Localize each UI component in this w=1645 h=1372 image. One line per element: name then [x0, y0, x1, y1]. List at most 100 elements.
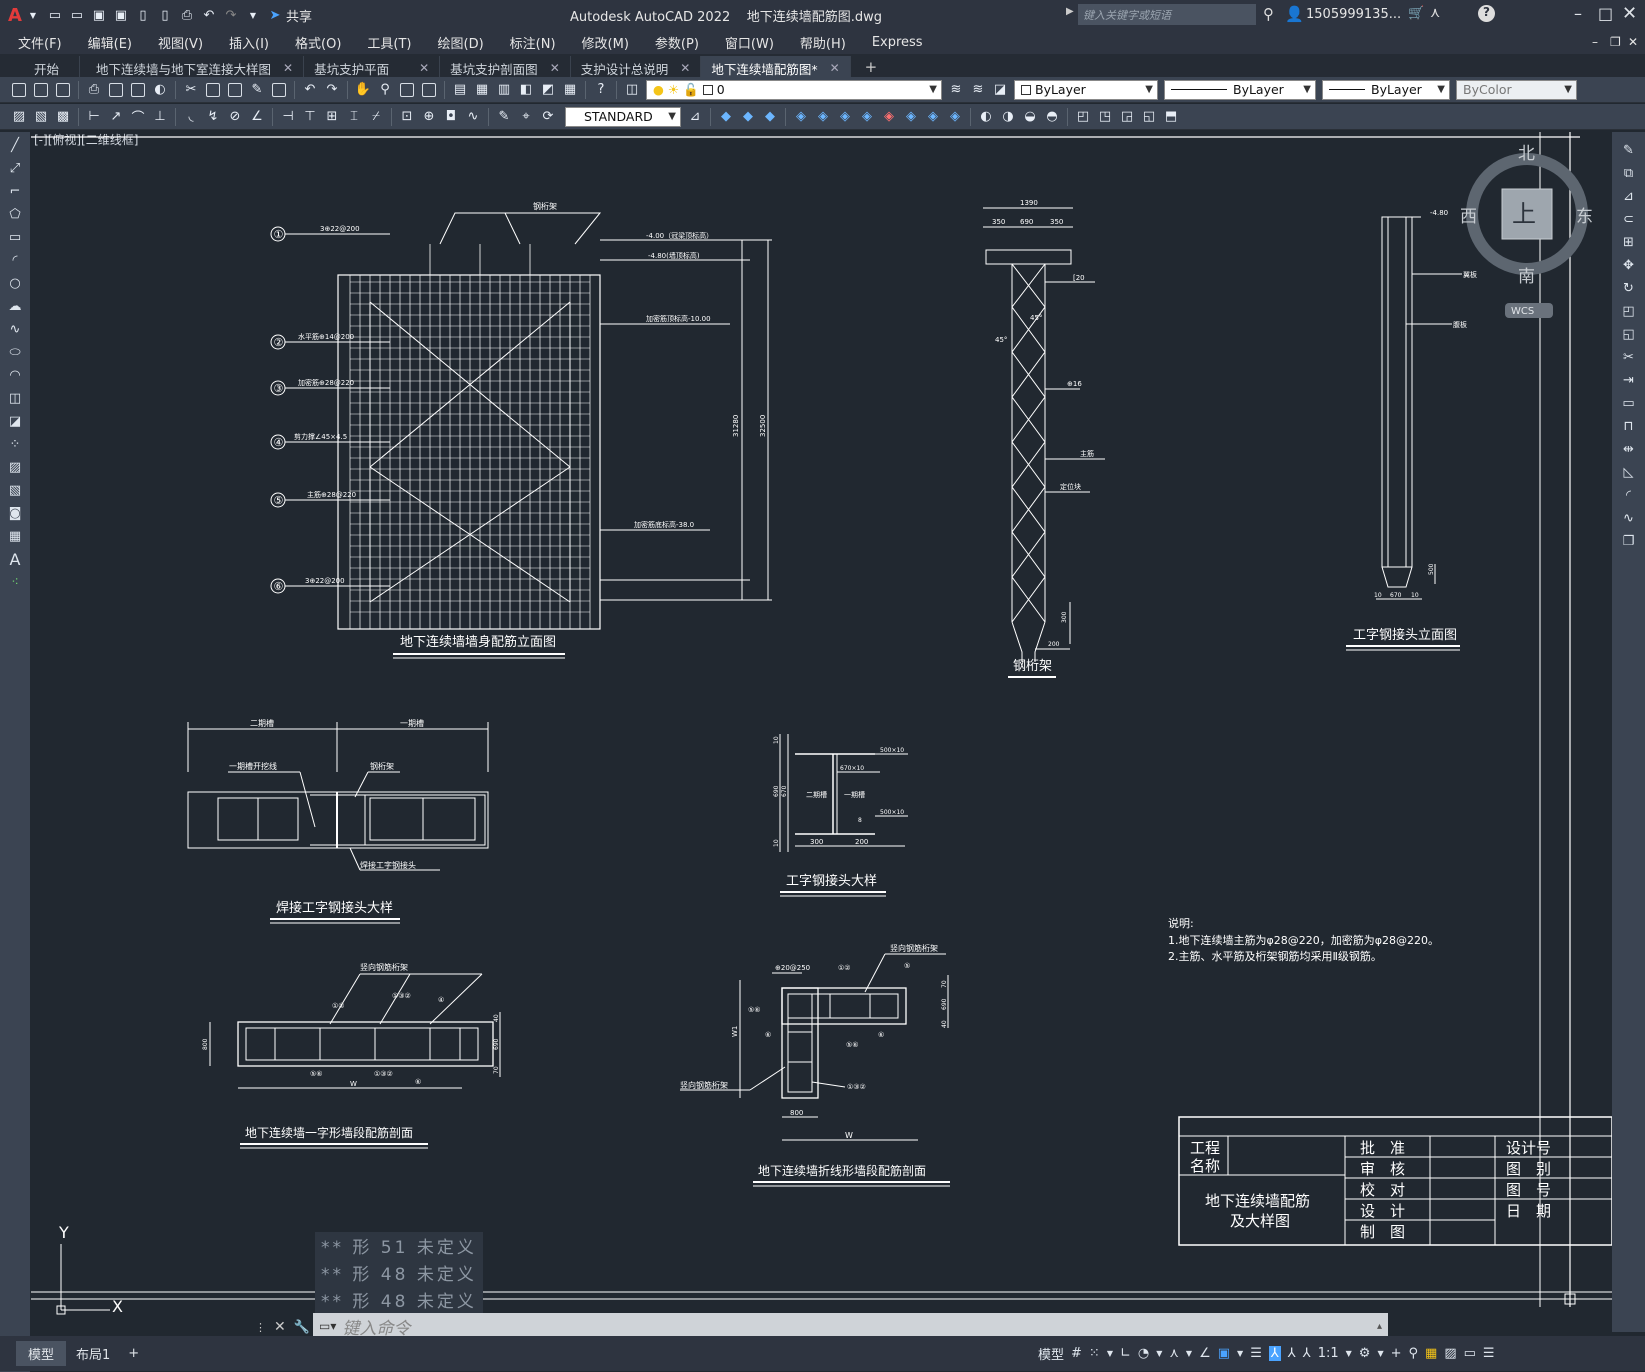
share-button[interactable]: 共享	[286, 6, 312, 25]
separate-icon[interactable]: ◓	[1043, 108, 1061, 126]
rectangle-icon[interactable]: ▭	[5, 227, 25, 247]
cmd-prompt-icon[interactable]: ▭▾	[319, 1319, 336, 1333]
clean-screen-icon[interactable]: ▭	[1464, 1346, 1476, 1361]
wedge-icon[interactable]: ◆	[739, 108, 757, 126]
interfere-icon[interactable]: ◈	[880, 108, 898, 126]
boundary-icon[interactable]: ▩	[54, 108, 72, 126]
help-icon[interactable]: ?	[592, 81, 610, 99]
polygon-icon[interactable]: ⬠	[5, 204, 25, 224]
light-bulb-icon[interactable]: ●	[653, 82, 664, 97]
imprint-icon[interactable]: ◒	[1021, 108, 1039, 126]
tab-close-icon[interactable]: ✕	[550, 61, 560, 75]
lock-icon[interactable]: 🔓	[683, 82, 699, 98]
revolve-icon[interactable]: ◈	[814, 108, 832, 126]
jogged-linear-icon[interactable]: ∿	[464, 108, 482, 126]
menu-help[interactable]: 帮助(H)	[787, 33, 859, 52]
arc-icon[interactable]: ◜	[5, 250, 25, 270]
model-space-button[interactable]: 模型	[1038, 1344, 1064, 1363]
app-menu-arrow-icon[interactable]: ▼	[24, 6, 42, 24]
menu-dimension[interactable]: 标注(N)	[497, 33, 569, 52]
calculator-icon[interactable]: ▦	[561, 81, 579, 99]
zoom-window-icon[interactable]	[398, 81, 416, 99]
menu-tools[interactable]: 工具(T)	[354, 33, 424, 52]
zoom-realtime-icon[interactable]: ⚲	[376, 81, 394, 99]
make-current-icon[interactable]: ≋	[947, 81, 965, 99]
save-icon[interactable]: ▣	[90, 6, 108, 24]
offset-icon[interactable]: ⊂	[1619, 209, 1639, 229]
construction-line-icon[interactable]: ⤢	[5, 158, 25, 178]
search-expand-icon[interactable]: ▶	[1066, 6, 1074, 17]
zoom-previous-icon[interactable]	[420, 81, 438, 99]
plot-preview-icon[interactable]	[107, 81, 125, 99]
print-icon[interactable]: ⎙	[178, 6, 196, 24]
inspect-icon[interactable]: ◘	[442, 108, 460, 126]
gear-arrow-icon[interactable]: ▼	[1377, 1349, 1383, 1358]
save-as-icon[interactable]: ▣	[112, 6, 130, 24]
osnap-arrow-icon[interactable]: ▼	[1237, 1349, 1243, 1358]
qnew-icon[interactable]	[10, 81, 28, 99]
redo-icon[interactable]: ↷	[222, 6, 240, 24]
point-icon[interactable]: ⁘	[5, 434, 25, 454]
customize-menu-icon[interactable]: ☰	[1483, 1346, 1495, 1361]
viewcube-west[interactable]: 西	[1460, 207, 1477, 227]
drawing-canvas[interactable]: [-][俯视][二维线框] 钢桁架 ① 3⊕22@200 ② 水平筋⊕14@20…	[30, 132, 1613, 1332]
open-icon[interactable]	[32, 81, 50, 99]
dim-space-icon[interactable]: ⌶	[345, 108, 363, 126]
viewcube-east[interactable]: 东	[1576, 207, 1593, 227]
units-icon[interactable]: ⚲	[1409, 1346, 1419, 1361]
scale-icon[interactable]: ◰	[1619, 301, 1639, 321]
cone-icon[interactable]: ◆	[761, 108, 779, 126]
move-icon[interactable]: ✥	[1619, 255, 1639, 275]
undo-icon[interactable]: ↶	[301, 81, 319, 99]
customize-arrow-icon[interactable]: ▼	[244, 6, 262, 24]
add-selected-icon[interactable]: ⁖	[5, 572, 25, 592]
section-icon[interactable]: ◈	[858, 108, 876, 126]
continue-dim-icon[interactable]: ⊞	[323, 108, 341, 126]
menu-draw[interactable]: 绘图(D)	[425, 33, 497, 52]
circle-icon[interactable]: ○	[5, 273, 25, 293]
tool-palettes-icon[interactable]: ▥	[495, 81, 513, 99]
menu-format[interactable]: 格式(O)	[282, 33, 354, 52]
revcloud-icon[interactable]: ☁	[5, 296, 25, 316]
menu-express[interactable]: Express	[859, 35, 936, 50]
dimstyle-manager-icon[interactable]: ⊿	[686, 108, 704, 126]
sheetset-icon[interactable]: ◧	[517, 81, 535, 99]
layer-previous-icon[interactable]: ≋	[969, 81, 987, 99]
explode-icon[interactable]: ❐	[1619, 531, 1639, 551]
ordinate-dim-icon[interactable]: ⊥	[151, 108, 169, 126]
search-icon[interactable]: ⚲	[1263, 5, 1274, 23]
ucs-icon[interactable]: Y X	[56, 1223, 123, 1316]
autocad-logo-icon[interactable]: A	[8, 5, 22, 26]
grip-icon[interactable]: ⋮	[255, 1321, 266, 1334]
otrack-icon[interactable]: ∠	[1199, 1346, 1211, 1361]
tab-close-icon[interactable]: ✕	[680, 61, 690, 75]
center-mark-icon[interactable]: ⊕	[420, 108, 438, 126]
chamfer-icon[interactable]: ◺	[1619, 462, 1639, 482]
union-icon[interactable]: ◈	[902, 108, 920, 126]
block-editor-icon[interactable]	[270, 81, 288, 99]
copy-object-icon[interactable]: ⧉	[1619, 163, 1639, 183]
grid-icon[interactable]: #	[1071, 1346, 1082, 1361]
cut-icon[interactable]: ✂	[182, 81, 200, 99]
sun-icon[interactable]: ☀	[668, 82, 679, 97]
tab-close-icon[interactable]: ✕	[830, 61, 840, 75]
redo-icon[interactable]: ↷	[323, 81, 341, 99]
doc-close-icon[interactable]: ✕	[1628, 35, 1638, 49]
auto-scale-icon[interactable]: ⅄	[1288, 1346, 1296, 1361]
dimedit-icon[interactable]: ✎	[495, 108, 513, 126]
new-file-icon[interactable]: ▭	[46, 6, 64, 24]
design-center-icon[interactable]: ▦	[473, 81, 491, 99]
match-prop-icon[interactable]: ✎	[248, 81, 266, 99]
cart-icon[interactable]: 🛒	[1408, 6, 1424, 21]
new-tab-icon[interactable]: +	[865, 58, 878, 76]
viewcube-top-label[interactable]: 上	[1512, 200, 1536, 228]
viewport-label[interactable]: [-][俯视][二维线框]	[34, 132, 138, 147]
insert-block-icon[interactable]: ◫	[5, 388, 25, 408]
taper-icon[interactable]: ◲	[1118, 108, 1136, 126]
maximize-icon[interactable]: □	[1598, 4, 1613, 23]
lineweight-dropdown[interactable]: ByLayer ▼	[1322, 79, 1450, 100]
scale-value[interactable]: 1:1	[1318, 1346, 1339, 1361]
dimtedit-icon[interactable]: ⌖	[517, 108, 535, 126]
annotation-scale-icon[interactable]: ⅄	[1303, 1346, 1311, 1361]
cmd-scroll-icon[interactable]: ▴	[1377, 1321, 1382, 1332]
